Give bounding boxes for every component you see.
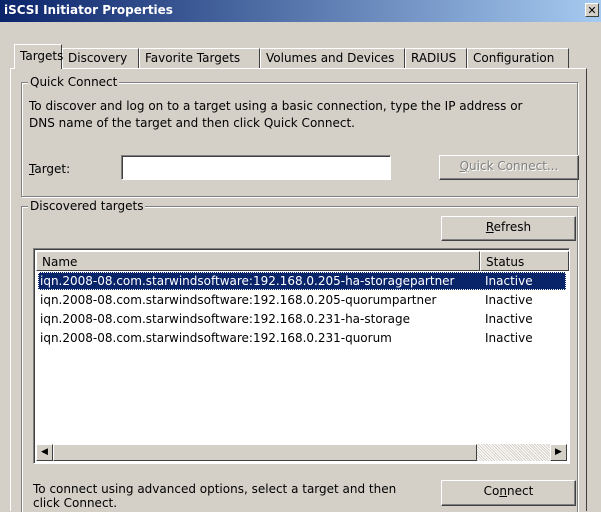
target-status: Inactive — [485, 312, 533, 326]
arrow-left-icon: ◀ — [41, 447, 48, 457]
title-bar: iSCSI Initiator Properties ✕ — [0, 0, 601, 22]
name-column-header[interactable]: Name — [36, 251, 480, 271]
horizontal-scrollbar[interactable]: ◀ ▶ — [36, 444, 567, 461]
targets-panel: Quick Connect To discover and log on to … — [10, 68, 587, 512]
window-title: iSCSI Initiator Properties — [4, 3, 173, 17]
target-name: iqn.2008-08.com.starwindsoftware:192.168… — [40, 274, 455, 288]
target-name: iqn.2008-08.com.starwindsoftware:192.168… — [40, 331, 392, 345]
target-row[interactable]: iqn.2008-08.com.starwindsoftware:192.168… — [38, 329, 566, 347]
target-status: Inactive — [485, 293, 533, 307]
scroll-left-button[interactable]: ◀ — [36, 444, 53, 461]
arrow-right-icon: ▶ — [555, 447, 562, 457]
targets-list[interactable]: Name Status iqn.2008-08.com.starwindsoft… — [33, 248, 570, 464]
refresh-button[interactable]: Refresh — [441, 216, 576, 241]
tab-label: Favorite Targets — [145, 51, 241, 65]
target-row[interactable]: iqn.2008-08.com.starwindsoftware:192.168… — [38, 291, 566, 309]
target-name: iqn.2008-08.com.starwindsoftware:192.168… — [40, 293, 437, 307]
connect-instructions: click Connect. — [33, 496, 118, 510]
target-status: Inactive — [485, 274, 533, 288]
tab-configuration[interactable]: Configuration — [467, 48, 569, 68]
quick-connect-description: To discover and log on to a target using… — [29, 99, 523, 113]
status-column-header[interactable]: Status — [480, 251, 569, 271]
tab-discovery[interactable]: Discovery — [62, 48, 139, 68]
tab-label: Discovery — [68, 51, 128, 65]
tab-label: Targets — [20, 49, 64, 63]
target-row[interactable]: iqn.2008-08.com.starwindsoftware:192.168… — [38, 272, 566, 290]
connect-instructions: To connect using advanced options, selec… — [33, 482, 397, 496]
scroll-thumb[interactable] — [53, 444, 477, 461]
tab-targets[interactable]: Targets — [14, 44, 64, 69]
target-label: Target: — [29, 162, 71, 176]
quick-connect-button[interactable]: Quick Connect... — [439, 155, 579, 180]
discovered-targets-title: Discovered targets — [28, 199, 146, 213]
target-input[interactable] — [121, 155, 391, 180]
target-name: iqn.2008-08.com.starwindsoftware:192.168… — [40, 312, 410, 326]
close-button[interactable]: ✕ — [585, 3, 599, 17]
tab-label: Configuration — [473, 51, 555, 65]
scroll-right-button[interactable]: ▶ — [550, 444, 567, 461]
tab-volumes-and-devices[interactable]: Volumes and Devices — [260, 48, 405, 68]
tab-label: Volumes and Devices — [266, 51, 395, 65]
tab-radius[interactable]: RADIUS — [405, 48, 467, 68]
target-status: Inactive — [485, 331, 533, 345]
quick-connect-title: Quick Connect — [28, 75, 120, 89]
close-icon: ✕ — [587, 4, 597, 17]
connect-button[interactable]: Connect — [441, 480, 576, 506]
tab-label: RADIUS — [411, 51, 457, 65]
tab-favorite-targets[interactable]: Favorite Targets — [139, 48, 260, 68]
target-row[interactable]: iqn.2008-08.com.starwindsoftware:192.168… — [38, 310, 566, 328]
quick-connect-description: DNS name of the target and then click Qu… — [29, 116, 355, 130]
